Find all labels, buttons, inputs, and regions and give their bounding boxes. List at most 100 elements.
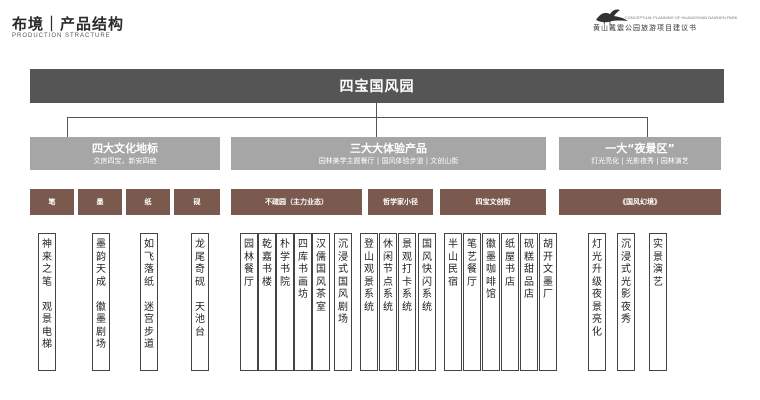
leaf-glyph: 道 bbox=[144, 339, 154, 350]
leaf-glyph: 文 bbox=[543, 264, 553, 275]
leaf-glyph: 系 bbox=[383, 289, 393, 300]
leaf-glyph: 场 bbox=[96, 339, 106, 350]
leaf-glyph: 点 bbox=[383, 276, 393, 288]
leaf-item: 半山民宿 bbox=[444, 233, 462, 371]
leaf-glyph: 式 bbox=[338, 264, 348, 275]
leaf-glyph: 光 bbox=[592, 251, 602, 263]
leaf-glyph: 胡 bbox=[543, 239, 553, 250]
leaf-glyph: 浸 bbox=[621, 251, 631, 263]
leaf-item: 休闲节点系统 bbox=[379, 233, 397, 371]
leaf-glyph: 坊 bbox=[298, 289, 308, 300]
leaf-glyph: 民 bbox=[448, 264, 458, 275]
category-subtitle: 文房四宝，新安四绝 bbox=[93, 157, 157, 165]
leaf-glyph: 沉 bbox=[621, 239, 631, 250]
leaf-glyph: 系 bbox=[422, 289, 432, 300]
root-node: 四宝国风园 bbox=[30, 69, 724, 103]
subcategory-inkstone: 砚 bbox=[174, 189, 220, 215]
leaf-glyph: 统 bbox=[402, 301, 412, 313]
leaf-glyph: 夜 bbox=[592, 289, 602, 300]
category-title: 三大大体验产品 bbox=[350, 142, 427, 155]
leaf-glyph: 统 bbox=[364, 301, 374, 313]
leaf-glyph: 卡 bbox=[402, 276, 412, 288]
leaf-item: 沉浸式光影夜秀 bbox=[617, 233, 635, 371]
subcategory-creative-street: 四宝文创街 bbox=[440, 189, 546, 215]
leaf-glyph: 乾 bbox=[262, 239, 272, 250]
leaf-glyph: 统 bbox=[422, 301, 432, 313]
leaf-glyph: 影 bbox=[621, 289, 631, 300]
leaf-glyph: 飞 bbox=[144, 251, 154, 263]
leaf-glyph: 景 bbox=[42, 314, 52, 325]
leaf-glyph: 馆 bbox=[486, 289, 496, 300]
leaf-glyph: 店 bbox=[505, 276, 515, 288]
leaf-item: 实景演艺 bbox=[649, 233, 667, 371]
category-title: 一大“夜景区” bbox=[605, 142, 675, 155]
leaf-glyph: 餐 bbox=[467, 264, 477, 275]
brand-chinese: 黄山戴震公园旅游项目建议书 bbox=[593, 24, 697, 32]
leaf-item: 胡开文墨厂 bbox=[539, 233, 557, 371]
category-subtitle: 园林美学主题餐厅 | 国风体验步道 | 文创山街 bbox=[318, 157, 459, 165]
leaf-glyph: 厅 bbox=[244, 276, 254, 288]
leaf-glyph: 演 bbox=[653, 264, 663, 275]
leaf-glyph: 如 bbox=[144, 239, 154, 250]
leaf-glyph: 书 bbox=[262, 264, 272, 275]
leaf-glyph bbox=[93, 289, 109, 302]
leaf-glyph: 厅 bbox=[467, 276, 477, 288]
leaf-glyph: 笔 bbox=[42, 276, 52, 288]
leaf-glyph: 墨 bbox=[543, 276, 553, 288]
subcategory-ink: 墨 bbox=[78, 189, 122, 215]
leaf-glyph: 嘉 bbox=[262, 251, 272, 263]
leaf-glyph: 笔 bbox=[467, 239, 477, 250]
leaf-item: 纸屋书店 bbox=[501, 233, 519, 371]
leaf-glyph: 屋 bbox=[505, 251, 515, 263]
leaf-item: 沉浸式国风剧场 bbox=[334, 233, 352, 371]
leaf-glyph: 节 bbox=[383, 264, 393, 275]
leaf-item: 笔艺餐厅 bbox=[463, 233, 481, 371]
page-subtitle: PRODUCTION STRACTURE bbox=[12, 33, 111, 39]
leaf-glyph: 山 bbox=[448, 251, 458, 263]
leaf-glyph: 院 bbox=[280, 276, 290, 288]
leaf-glyph: 成 bbox=[96, 276, 106, 288]
leaf-item: 徽墨咖啡馆 bbox=[482, 233, 500, 371]
leaf-glyph: 开 bbox=[543, 251, 553, 263]
connector bbox=[67, 117, 648, 118]
leaf-glyph: 国 bbox=[338, 276, 348, 288]
leaf-item: 登山观景系统 bbox=[360, 233, 378, 371]
leaf-item: 景观打卡系统 bbox=[398, 233, 416, 371]
leaf-item: 朴学书院 bbox=[276, 233, 294, 371]
leaf-glyph: 室 bbox=[316, 301, 326, 313]
category-experience-products: 三大大体验产品 园林美学主题餐厅 | 国风体验步道 | 文创山街 bbox=[231, 137, 546, 170]
leaf-glyph: 汉 bbox=[316, 239, 326, 250]
connector bbox=[647, 117, 648, 137]
leaf-glyph bbox=[192, 289, 208, 302]
leaf-glyph: 徽 bbox=[96, 301, 106, 313]
leaf-glyph: 池 bbox=[195, 314, 205, 325]
category-night-zone: 一大“夜景区” 灯光亮化 | 光影夜秀 | 园林演艺 bbox=[559, 137, 721, 170]
leaf-item: 神来之笔 观景电梯 bbox=[38, 233, 56, 371]
leaf-glyph: 迷 bbox=[144, 301, 154, 313]
leaf-glyph: 天 bbox=[96, 264, 106, 275]
leaf-glyph: 儒 bbox=[316, 251, 326, 263]
leaf-glyph: 风 bbox=[338, 289, 348, 300]
leaf-glyph: 场 bbox=[338, 314, 348, 325]
leaf-glyph: 升 bbox=[592, 264, 602, 275]
leaf-glyph: 化 bbox=[592, 326, 602, 338]
leaf-item: 园林餐厅 bbox=[240, 233, 258, 371]
leaf-glyph: 景 bbox=[364, 276, 374, 288]
leaf-glyph: 光 bbox=[621, 276, 631, 288]
leaf-glyph: 级 bbox=[592, 276, 602, 288]
leaf-glyph: 闲 bbox=[383, 251, 393, 263]
leaf-glyph: 墨 bbox=[96, 314, 106, 325]
leaf-glyph: 纸 bbox=[144, 276, 154, 288]
leaf-glyph: 登 bbox=[364, 239, 374, 250]
category-title: 四大文化地标 bbox=[92, 142, 158, 155]
leaf-glyph: 书 bbox=[298, 264, 308, 275]
leaf-glyph: 风 bbox=[316, 276, 326, 288]
leaf-glyph: 餐 bbox=[244, 264, 254, 275]
leaf-glyph: 韵 bbox=[96, 251, 106, 263]
leaf-glyph: 学 bbox=[280, 251, 290, 263]
connector bbox=[376, 103, 377, 117]
leaf-glyph: 式 bbox=[621, 264, 631, 275]
connector bbox=[67, 117, 68, 137]
leaf-glyph: 书 bbox=[505, 264, 515, 275]
leaf-glyph: 尾 bbox=[195, 251, 205, 263]
